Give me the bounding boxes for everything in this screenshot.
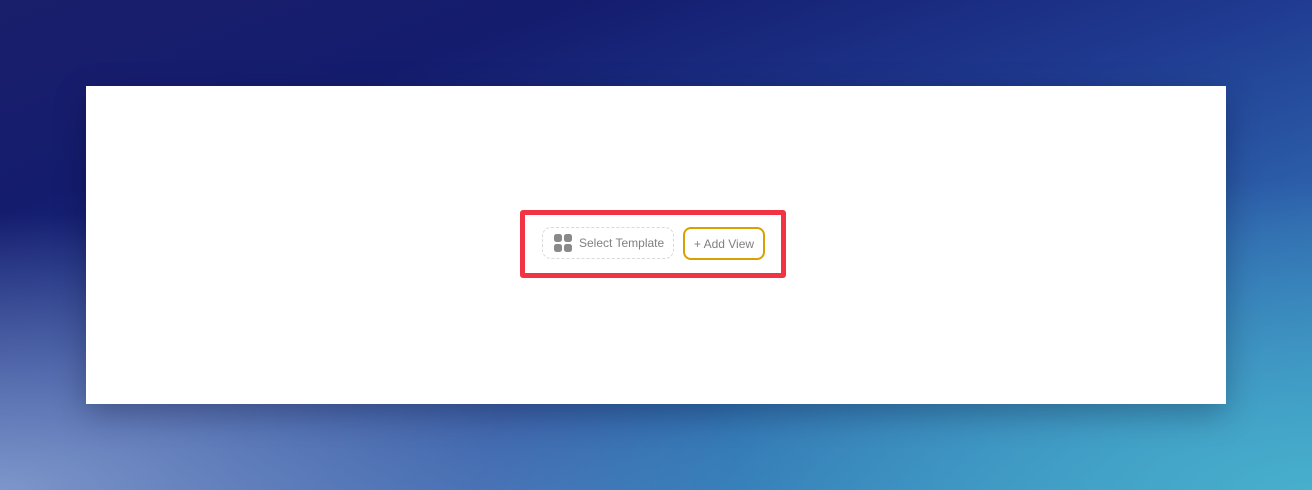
- add-view-button[interactable]: + Add View: [683, 227, 765, 260]
- grid-icon-cell: [564, 234, 572, 242]
- grid-icon-cell: [554, 244, 562, 252]
- content-card: Select Template + Add View: [86, 86, 1226, 404]
- grid-icon-cell: [554, 234, 562, 242]
- grid-icon-cell: [564, 244, 572, 252]
- select-template-label: Select Template: [579, 236, 665, 250]
- grid-icon: [554, 234, 572, 252]
- select-template-button[interactable]: Select Template: [542, 227, 674, 259]
